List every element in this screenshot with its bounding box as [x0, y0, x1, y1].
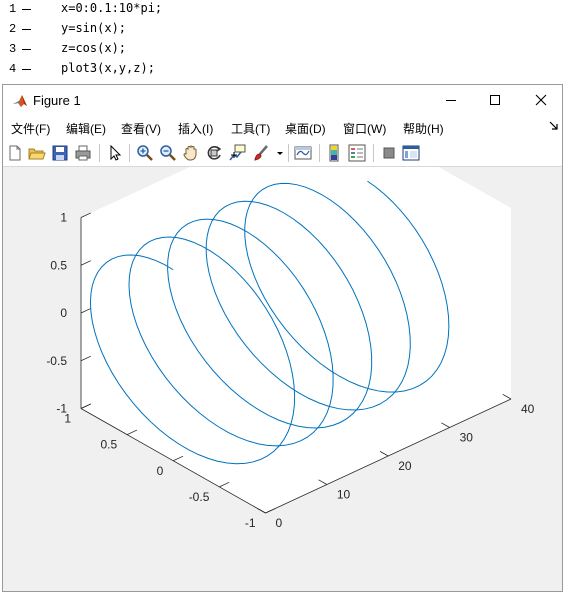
minimize-icon	[446, 100, 456, 101]
line-number: 1	[9, 2, 17, 16]
line-number: 2	[9, 22, 17, 36]
code-editor[interactable]: 1 x=0:0.1:10*pi; 2 y=sin(x); 3 z=cos(x);…	[0, 0, 564, 84]
chevron-down-icon[interactable]	[271, 144, 289, 162]
line-number: 4	[9, 62, 17, 76]
x-tick-label: 20	[398, 459, 412, 473]
colorbar-icon[interactable]	[325, 144, 343, 162]
code-text[interactable]: z=cos(x);	[61, 41, 126, 55]
minimize-button[interactable]	[438, 89, 464, 111]
menu-file[interactable]: 文件(F)	[11, 120, 50, 137]
pan-hand-icon[interactable]	[182, 144, 200, 162]
code-line[interactable]: 2 y=sin(x);	[0, 20, 564, 40]
code-line[interactable]: 1 x=0:0.1:10*pi;	[0, 0, 564, 20]
breakpoint-marker[interactable]	[22, 49, 31, 50]
new-figure-icon[interactable]	[6, 144, 24, 162]
code-text[interactable]: y=sin(x);	[61, 21, 126, 35]
toolbar-separator	[373, 144, 374, 162]
z-tick-label: 1	[60, 211, 67, 225]
breakpoint-marker[interactable]	[22, 69, 31, 70]
toolbar-separator	[99, 144, 100, 162]
matlab-logo-icon	[13, 95, 27, 107]
plot-area[interactable]: 0 10 20 30 40 -1 -0.5 0 0.5 1 -1 -0.5 0 0.5 1	[3, 103, 562, 591]
toolbar-separator	[288, 144, 289, 162]
y-tick-label: 0	[157, 464, 164, 478]
maximize-icon	[490, 95, 500, 105]
hide-tools-icon[interactable]	[380, 144, 398, 162]
link-plot-icon[interactable]	[294, 144, 312, 162]
zoom-in-icon[interactable]	[136, 144, 154, 162]
menu-window[interactable]: 窗口(W)	[343, 120, 386, 137]
zoom-out-icon[interactable]	[159, 144, 177, 162]
close-button[interactable]	[528, 89, 554, 111]
menu-help[interactable]: 帮助(H)	[403, 120, 444, 137]
save-icon[interactable]	[51, 144, 69, 162]
data-cursor-icon[interactable]	[228, 144, 246, 162]
menu-tools[interactable]: 工具(T)	[231, 120, 270, 137]
dock-arrow-icon[interactable]	[548, 120, 560, 132]
z-tick-label: -0.5	[46, 354, 67, 368]
menu-view[interactable]: 查看(V)	[121, 120, 161, 137]
open-file-icon[interactable]	[28, 144, 46, 162]
code-text[interactable]: x=0:0.1:10*pi;	[61, 1, 162, 15]
breakpoint-marker[interactable]	[22, 9, 31, 10]
maximize-button[interactable]	[482, 89, 508, 111]
z-tick-label: 0.5	[50, 258, 67, 272]
z-tick-label: 0	[60, 306, 67, 320]
figure-window: Figure 1 文件(F) 编辑(E) 查看(V) 插入(I) 工具(T) 桌…	[2, 84, 563, 592]
select-arrow-icon[interactable]	[106, 144, 124, 162]
title-bar[interactable]: Figure 1	[3, 85, 562, 115]
show-tools-icon[interactable]	[402, 144, 420, 162]
menu-edit[interactable]: 编辑(E)	[66, 120, 106, 137]
y-tick-label: 0.5	[100, 438, 117, 452]
close-icon	[535, 94, 547, 106]
print-icon[interactable]	[74, 144, 92, 162]
x-tick-label: 30	[460, 431, 474, 445]
x-tick-label: 0	[276, 516, 283, 530]
axes-3d[interactable]: 010203040-1-0.500.51-1-0.500.51	[3, 103, 562, 591]
brush-icon[interactable]	[252, 144, 270, 162]
z-tick-label: -1	[56, 402, 67, 416]
menu-desktop[interactable]: 桌面(D)	[285, 120, 326, 137]
code-line[interactable]: 4 plot3(x,y,z);	[0, 60, 564, 80]
legend-icon[interactable]	[348, 144, 366, 162]
breakpoint-marker[interactable]	[22, 29, 31, 30]
figure-toolbar	[3, 139, 562, 167]
axes-background	[81, 103, 511, 513]
code-text[interactable]: plot3(x,y,z);	[61, 61, 155, 75]
toolbar-separator	[319, 144, 320, 162]
x-tick-label: 40	[521, 402, 535, 416]
window-title: Figure 1	[33, 93, 81, 108]
x-tick-label: 10	[337, 488, 351, 502]
line-number: 3	[9, 42, 17, 56]
toolbar-separator	[129, 144, 130, 162]
y-tick-label: -0.5	[189, 490, 210, 504]
menu-bar: 文件(F) 编辑(E) 查看(V) 插入(I) 工具(T) 桌面(D) 窗口(W…	[3, 115, 562, 139]
axes-box	[80, 103, 512, 514]
menu-insert[interactable]: 插入(I)	[178, 120, 213, 137]
y-tick-label: -1	[245, 516, 256, 530]
code-line[interactable]: 3 z=cos(x);	[0, 40, 564, 60]
rotate-3d-icon[interactable]	[205, 144, 223, 162]
